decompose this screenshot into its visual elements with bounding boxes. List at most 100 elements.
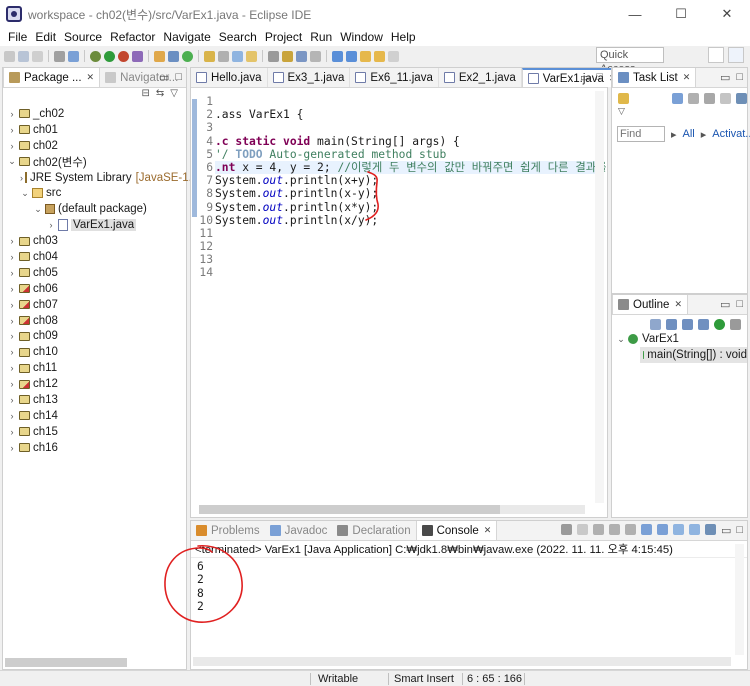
maximize-panel-icon[interactable]: □ [736, 298, 743, 311]
new-icon[interactable] [4, 50, 15, 62]
run-icon[interactable] [104, 50, 115, 62]
chevron-down-icon[interactable]: ⌄ [20, 188, 30, 199]
maximize-panel-icon[interactable]: □ [596, 71, 603, 84]
menu-file[interactable]: File [4, 30, 31, 44]
categorized-icon[interactable] [672, 92, 683, 104]
tree-item[interactable]: › ch13 [3, 392, 186, 408]
chevron-down-icon[interactable]: ⌄ [616, 334, 626, 345]
maximize-button[interactable]: ☐ [658, 0, 704, 28]
code-editor[interactable]: 1 2 3 4 5 6 7 8 9 10 11 12 13 14 .ass VarEx1 {.c stat… [191, 89, 679, 517]
tree-item[interactable]: › ch16 [3, 440, 186, 456]
display-console-icon[interactable] [688, 524, 700, 535]
editor-tab[interactable]: Ex3_1.java [268, 68, 351, 87]
find-arrow-icon[interactable]: ▸ [671, 128, 677, 141]
code-line[interactable]: System.out.println(x*y); [215, 201, 597, 214]
tree-item[interactable]: › ch12 [3, 376, 186, 392]
new-class-icon[interactable] [182, 50, 193, 62]
open-console-icon[interactable] [704, 524, 716, 535]
chevron-right-icon[interactable]: › [46, 220, 56, 230]
chevron-right-icon[interactable]: › [7, 427, 17, 437]
tab-problems[interactable]: Problems [191, 521, 265, 540]
tab-outline[interactable]: Outline ✕ [612, 295, 688, 314]
annotation-icon[interactable] [246, 50, 257, 62]
tree-item[interactable]: ⌄ (default package) [3, 201, 186, 217]
toggle-highlight-icon[interactable] [282, 50, 293, 62]
hide-local-types-icon[interactable] [714, 318, 725, 330]
terminal-icon[interactable] [68, 50, 79, 62]
maximize-panel-icon[interactable]: □ [736, 524, 743, 537]
editor-tab[interactable]: Ex6_11.java [350, 68, 439, 87]
tree-item[interactable]: › ch11 [3, 360, 186, 376]
new-java-project-icon[interactable] [154, 50, 165, 62]
chevron-right-icon[interactable]: › [7, 252, 17, 262]
clear-console-icon[interactable] [592, 524, 604, 535]
hide-static-icon[interactable] [682, 318, 693, 330]
maximize-panel-icon[interactable]: □ [175, 71, 182, 84]
all-link[interactable]: All [683, 128, 695, 140]
tree-item[interactable]: › ch04 [3, 249, 186, 265]
outline-method-row[interactable]: main(String[]) : void [640, 347, 747, 363]
tree-item[interactable]: › ch09 [3, 328, 186, 344]
tree-item[interactable]: ⌄ src [3, 185, 186, 201]
minimize-panel-icon[interactable]: ▭ [159, 71, 169, 84]
chevron-right-icon[interactable]: › [7, 411, 17, 421]
open-perspective-icon[interactable] [708, 47, 724, 63]
chevron-right-icon[interactable]: › [7, 300, 17, 310]
save-all-icon[interactable] [32, 50, 43, 62]
vertical-scrollbar[interactable] [735, 544, 744, 655]
external-tools-icon[interactable] [132, 50, 143, 62]
chevron-right-icon[interactable]: › [7, 236, 17, 246]
block-select-icon[interactable] [310, 50, 321, 62]
close-icon[interactable]: ✕ [674, 299, 682, 310]
chevron-right-icon[interactable]: › [7, 141, 17, 151]
chevron-right-icon[interactable]: › [7, 109, 17, 119]
find-input[interactable] [617, 126, 665, 142]
open-type-icon[interactable] [204, 50, 215, 62]
tab-package-explorer[interactable]: Package ... ✕ [3, 68, 101, 87]
chevron-right-icon[interactable]: › [7, 379, 17, 389]
tab-declaration[interactable]: Declaration [332, 521, 415, 540]
forward-icon[interactable] [388, 50, 399, 62]
chevron-right-icon[interactable]: › [7, 331, 17, 341]
tab-task-list[interactable]: Task List ✕ [612, 68, 697, 87]
menu-run[interactable]: Run [306, 30, 336, 44]
show-whitespace-icon[interactable] [296, 50, 307, 62]
collapse-all-icon[interactable] [736, 92, 747, 104]
quick-access-field[interactable]: Quick Access [596, 47, 664, 75]
code-line[interactable]: .c static void main(String[] args) { [215, 135, 597, 148]
word-wrap-icon[interactable] [624, 524, 636, 535]
code-line[interactable]: '/ TODO Auto-generated method stub [215, 148, 597, 161]
chevron-down-icon[interactable]: ⌄ [33, 204, 43, 215]
show-on-error-icon[interactable] [656, 524, 668, 535]
link-editor-icon[interactable] [730, 318, 741, 330]
menu-edit[interactable]: Edit [31, 30, 60, 44]
code-line[interactable]: .ass VarEx1 { [215, 108, 597, 121]
terminate-icon[interactable] [560, 524, 572, 535]
open-task-icon[interactable] [232, 50, 243, 62]
prev-annotation-icon[interactable] [346, 50, 357, 62]
code-line[interactable] [215, 266, 597, 279]
chevron-right-icon[interactable]: › [7, 284, 17, 294]
maximize-panel-icon[interactable]: □ [736, 71, 743, 84]
menu-source[interactable]: Source [60, 30, 106, 44]
new-task-icon[interactable] [618, 92, 629, 104]
last-edit-icon[interactable] [360, 50, 371, 62]
code-line[interactable] [215, 121, 597, 134]
search-icon[interactable] [218, 50, 229, 62]
link-editor-icon[interactable]: ⇆ [156, 88, 164, 102]
chevron-right-icon[interactable]: › [7, 268, 17, 278]
tree-item[interactable]: › ch05 [3, 265, 186, 281]
code-lines[interactable]: .ass VarEx1 { .c static void main(String[… [215, 95, 679, 280]
menu-search[interactable]: Search [215, 30, 261, 44]
tree-item[interactable]: › ch06 [3, 281, 186, 297]
tree-item[interactable]: › ch07 [3, 297, 186, 313]
horizontal-scrollbar[interactable] [199, 505, 585, 514]
editor-tab[interactable]: VarEx1.java✕ [521, 68, 623, 87]
code-line[interactable] [215, 240, 597, 253]
focus-icon[interactable] [720, 92, 731, 104]
editor-tab[interactable]: Hello.java [191, 68, 268, 87]
tree-item[interactable]: › ch15 [3, 424, 186, 440]
status-insert-mode[interactable]: Smart Insert [394, 672, 454, 686]
code-line[interactable] [215, 253, 597, 266]
java-perspective-icon[interactable] [728, 47, 744, 63]
